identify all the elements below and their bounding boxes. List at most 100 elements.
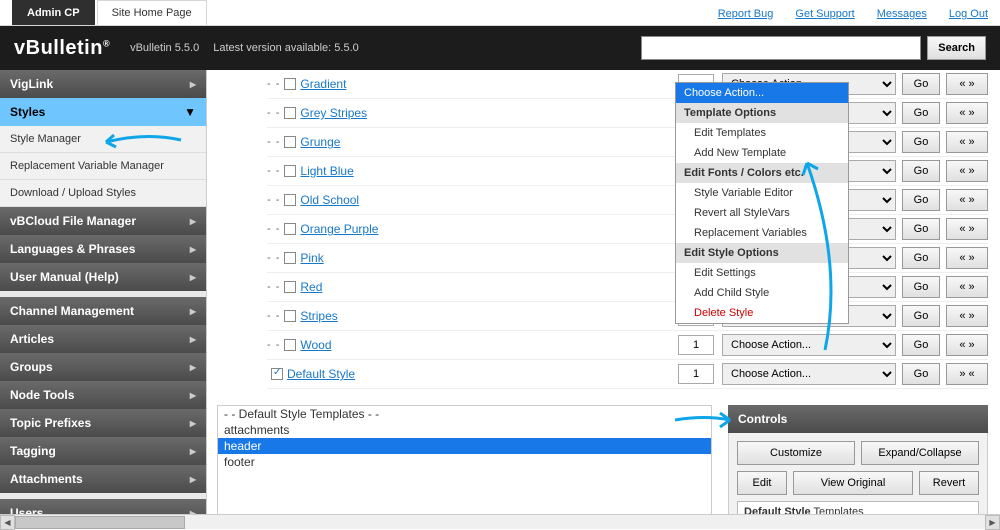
go-button[interactable]: Go xyxy=(902,334,940,356)
style-checkbox[interactable] xyxy=(284,252,296,264)
scroll-right-icon[interactable]: ▶ xyxy=(985,515,1000,530)
style-link[interactable]: Old School xyxy=(300,193,359,207)
sidebar-item-attachments[interactable]: Attachments▶ xyxy=(0,465,206,493)
move-button[interactable]: « » xyxy=(946,305,988,327)
template-item-footer[interactable]: footer xyxy=(218,454,711,470)
style-link[interactable]: Wood xyxy=(300,338,331,352)
style-link[interactable]: Grey Stripes xyxy=(300,106,367,120)
go-button[interactable]: Go xyxy=(902,305,940,327)
dropdown-section-templates: Template Options xyxy=(676,103,848,123)
move-button[interactable]: » « xyxy=(946,363,988,385)
go-button[interactable]: Go xyxy=(902,189,940,211)
style-link[interactable]: Grunge xyxy=(300,135,340,149)
move-button[interactable]: « » xyxy=(946,160,988,182)
move-button[interactable]: « » xyxy=(946,131,988,153)
move-button[interactable]: « » xyxy=(946,189,988,211)
indent-dashes: - - xyxy=(267,339,280,351)
style-checkbox[interactable] xyxy=(284,78,296,90)
indent-dashes: - - xyxy=(267,252,280,264)
go-button[interactable]: Go xyxy=(902,218,940,240)
display-order-input[interactable] xyxy=(678,364,714,384)
style-link[interactable]: Light Blue xyxy=(300,164,353,178)
sidebar-item-vbcloud[interactable]: vBCloud File Manager▶ xyxy=(0,207,206,235)
scrollbar-thumb[interactable] xyxy=(15,516,185,529)
template-item-attachments[interactable]: attachments xyxy=(218,422,711,438)
dropdown-style-var-editor[interactable]: Style Variable Editor xyxy=(676,183,848,203)
style-link[interactable]: Stripes xyxy=(300,309,337,323)
sidebar-item-style-manager[interactable]: Style Manager xyxy=(0,126,206,153)
dropdown-add-template[interactable]: Add New Template xyxy=(676,143,848,163)
style-link[interactable]: Default Style xyxy=(287,367,355,381)
tab-site-home[interactable]: Site Home Page xyxy=(97,0,207,25)
display-order-input[interactable] xyxy=(678,335,714,355)
search-input[interactable] xyxy=(641,36,921,60)
sidebar-item-articles[interactable]: Articles▶ xyxy=(0,325,206,353)
sidebar-item-replacement-vars[interactable]: Replacement Variable Manager xyxy=(0,153,206,180)
move-button[interactable]: « » xyxy=(946,102,988,124)
dropdown-replacement-vars[interactable]: Replacement Variables xyxy=(676,223,848,243)
link-report-bug[interactable]: Report Bug xyxy=(718,8,774,20)
go-button[interactable]: Go xyxy=(902,160,940,182)
go-button[interactable]: Go xyxy=(902,102,940,124)
dropdown-delete-style[interactable]: Delete Style xyxy=(676,303,848,323)
controls-panel: Controls Customize Expand/Collapse Edit … xyxy=(728,405,988,529)
search-button[interactable]: Search xyxy=(927,36,986,60)
link-log-out[interactable]: Log Out xyxy=(949,8,988,20)
move-button[interactable]: « » xyxy=(946,334,988,356)
style-link[interactable]: Red xyxy=(300,280,322,294)
sidebar-item-styles[interactable]: Styles▼ xyxy=(0,98,206,126)
move-button[interactable]: « » xyxy=(946,276,988,298)
tab-admin-cp[interactable]: Admin CP xyxy=(12,0,95,25)
sidebar-item-user-manual[interactable]: User Manual (Help)▶ xyxy=(0,263,206,291)
style-checkbox[interactable] xyxy=(284,194,296,206)
sidebar-item-languages[interactable]: Languages & Phrases▶ xyxy=(0,235,206,263)
expand-collapse-button[interactable]: Expand/Collapse xyxy=(861,441,979,465)
dropdown-add-child[interactable]: Add Child Style xyxy=(676,283,848,303)
sidebar-item-node-tools[interactable]: Node Tools▶ xyxy=(0,381,206,409)
chevron-right-icon: ▶ xyxy=(190,273,196,282)
style-checkbox[interactable] xyxy=(284,165,296,177)
customize-button[interactable]: Customize xyxy=(737,441,855,465)
sidebar-item-channel-mgmt[interactable]: Channel Management▶ xyxy=(0,297,206,325)
style-checkbox[interactable] xyxy=(284,310,296,322)
revert-button[interactable]: Revert xyxy=(919,471,979,495)
move-button[interactable]: « » xyxy=(946,247,988,269)
sidebar-item-topic-prefixes[interactable]: Topic Prefixes▶ xyxy=(0,409,206,437)
sidebar-item-download-upload[interactable]: Download / Upload Styles xyxy=(0,180,206,207)
style-checkbox[interactable] xyxy=(271,368,283,380)
link-messages[interactable]: Messages xyxy=(877,8,927,20)
sidebar-item-tagging[interactable]: Tagging▶ xyxy=(0,437,206,465)
action-select[interactable]: Choose Action... xyxy=(722,363,896,385)
style-checkbox[interactable] xyxy=(284,136,296,148)
style-checkbox[interactable] xyxy=(284,223,296,235)
chevron-right-icon: ▶ xyxy=(190,419,196,428)
link-get-support[interactable]: Get Support xyxy=(795,8,854,20)
style-link[interactable]: Pink xyxy=(300,251,323,265)
sidebar-item-viglink[interactable]: VigLink▶ xyxy=(0,70,206,98)
template-item-header[interactable]: header xyxy=(218,438,711,454)
scroll-left-icon[interactable]: ◀ xyxy=(0,515,15,530)
dropdown-revert-stylevars[interactable]: Revert all StyleVars xyxy=(676,203,848,223)
style-checkbox[interactable] xyxy=(284,281,296,293)
go-button[interactable]: Go xyxy=(902,276,940,298)
style-checkbox[interactable] xyxy=(284,107,296,119)
style-checkbox[interactable] xyxy=(284,339,296,351)
move-button[interactable]: « » xyxy=(946,73,988,95)
style-link[interactable]: Orange Purple xyxy=(300,222,378,236)
dropdown-header[interactable]: Choose Action... xyxy=(676,83,848,103)
sidebar-item-groups[interactable]: Groups▶ xyxy=(0,353,206,381)
edit-button[interactable]: Edit xyxy=(737,471,787,495)
style-row: - - Light BlueChoose Action...Go« » xyxy=(267,157,988,186)
go-button[interactable]: Go xyxy=(902,131,940,153)
view-original-button[interactable]: View Original xyxy=(793,471,913,495)
go-button[interactable]: Go xyxy=(902,73,940,95)
action-select[interactable]: Choose Action... xyxy=(722,334,896,356)
move-button[interactable]: « » xyxy=(946,218,988,240)
go-button[interactable]: Go xyxy=(902,363,940,385)
horizontal-scrollbar[interactable]: ◀ ▶ xyxy=(0,514,1000,529)
go-button[interactable]: Go xyxy=(902,247,940,269)
dropdown-edit-settings[interactable]: Edit Settings xyxy=(676,263,848,283)
dropdown-edit-templates[interactable]: Edit Templates xyxy=(676,123,848,143)
style-link[interactable]: Gradient xyxy=(300,77,346,91)
template-listbox[interactable]: - - Default Style Templates - - attachme… xyxy=(217,405,712,525)
